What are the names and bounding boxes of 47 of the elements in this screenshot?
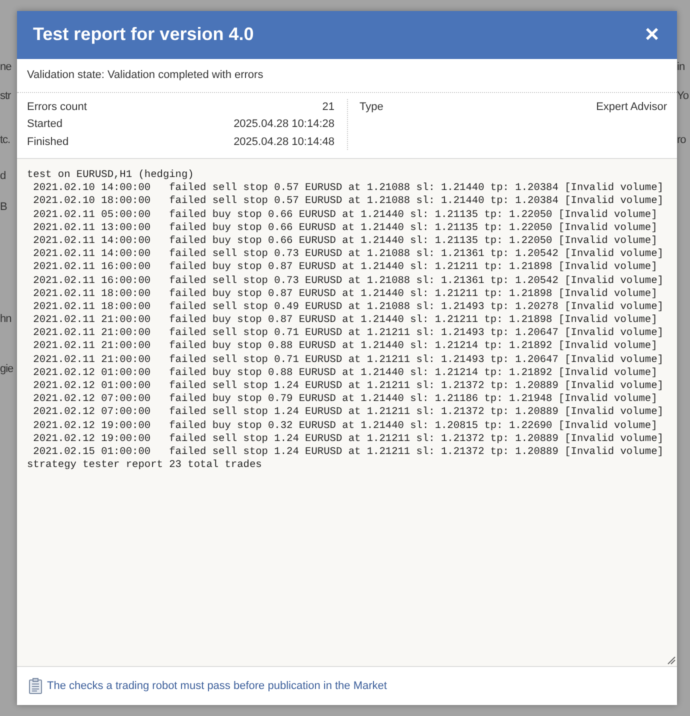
background-text: Yo (677, 89, 688, 103)
stat-label: Started (27, 117, 62, 132)
log-line: 2021.02.15 01:00:00 failed sell stop 1.24 EURUSD at 1.21211 sl: 1.21372 tp: 1.20889 [Invalid volume] (32, 446, 664, 460)
log-line: 2021.02.12 07:00:00 failed buy stop 0.79 EURUSD at 1.21440 sl: 1.21186 tp: 1.21948 [Invalid volume] (32, 393, 658, 406)
log-line: 2021.02.11 21:00:00 failed buy stop 0.87 EURUSD at 1.21440 sl: 1.21211 tp: 1.21898 [Invalid volume] (32, 314, 658, 328)
resize-handle[interactable] (667, 656, 676, 665)
log-line: 2021.02.11 14:00:00 failed sell stop 0.73 EURUSD at 1.21088 sl: 1.21361 tp: 1.20542 [Invalid volume] (32, 248, 664, 262)
dialog-title: Test report for version 4.0 (33, 24, 254, 46)
log-line: 2021.02.12 01:00:00 failed sell stop 1.24 EURUSD at 1.21211 sl: 1.21372 tp: 1.20889 [Invalid volume] (32, 380, 664, 394)
log-line: strategy tester report 23 total trades (27, 459, 263, 472)
log-line: 2021.02.11 05:00:00 failed buy stop 0.66 EURUSD at 1.21440 sl: 1.21135 tp: 1.22050 [Invalid volume] (32, 208, 658, 222)
stat-label: Type (360, 100, 384, 114)
log-line: 2021.02.10 18:00:00 failed sell stop 0.57 EURUSD at 1.21088 sl: 1.21440 tp: 1.20384 [Invalid volume] (32, 195, 664, 209)
stat-value: 2025.04.28 10:14:48 (234, 134, 334, 150)
log-line: 2021.02.11 18:00:00 failed buy stop 0.87 EURUSD at 1.21440 sl: 1.21211 tp: 1.21898 [Invalid volume] (32, 288, 658, 301)
background-text: gie (0, 362, 14, 376)
log-line: 2021.02.11 16:00:00 failed buy stop 0.87 EURUSD at 1.21440 sl: 1.21211 tp: 1.21898 [Invalid volume] (32, 261, 658, 274)
log-line: 2021.02.11 13:00:00 failed buy stop 0.66 EURUSD at 1.21440 sl: 1.21135 tp: 1.22050 [Invalid volume] (32, 222, 658, 235)
stat-label: Errors count (27, 100, 87, 114)
log-line: 2021.02.11 16:00:00 failed sell stop 0.73 EURUSD at 1.21088 sl: 1.21361 tp: 1.20542 [Invalid volume] (32, 274, 664, 288)
log-line: 2021.02.11 18:00:00 failed sell stop 0.49 EURUSD at 1.21088 sl: 1.21493 tp: 1.20278 [Invalid volume] (32, 300, 664, 314)
stat-value: 21 (322, 100, 334, 114)
log-line: 2021.02.10 14:00:00 failed sell stop 0.57 EURUSD at 1.21088 sl: 1.21440 tp: 1.20384 [Invalid volume] (32, 182, 664, 196)
validation-state: Validation state: Validation completed with errors (17, 59, 677, 92)
log-line: 2021.02.11 21:00:00 failed sell stop 0.71 EURUSD at 1.21211 sl: 1.21493 tp: 1.20647 [Invalid volume] (32, 354, 664, 367)
clipboard-icon (29, 678, 42, 694)
background-text: d (0, 169, 6, 183)
log-line: 2021.02.11 21:00:00 failed sell stop 0.71 EURUSD at 1.21211 sl: 1.21493 tp: 1.20647 [Invalid volume] (32, 327, 664, 340)
log-line: 2021.02.12 19:00:00 failed buy stop 0.32 EURUSD at 1.21440 sl: 1.20815 tp: 1.22690 [Invalid volume] (32, 420, 658, 433)
background-text: ro (677, 133, 686, 147)
background-text: tc. (0, 133, 10, 147)
log-line: 2021.02.11 21:00:00 failed buy stop 0.88 EURUSD at 1.21440 sl: 1.21214 tp: 1.21892 [Invalid volume] (32, 340, 658, 354)
log-line: 2021.02.11 14:00:00 failed buy stop 0.66 EURUSD at 1.21440 sl: 1.21135 tp: 1.22050 [Invalid volume] (32, 234, 658, 248)
background-text: B (0, 200, 7, 214)
checks-link[interactable]: The checks a trading robot must pass before publication in the Market (47, 678, 387, 694)
background-text: in (677, 60, 685, 74)
close-button[interactable]: × (642, 23, 661, 47)
log-line: 2021.02.12 19:00:00 failed sell stop 1.24 EURUSD at 1.21211 sl: 1.21372 tp: 1.20889 [Invalid volume] (32, 432, 664, 446)
log-line: 2021.02.12 07:00:00 failed sell stop 1.24 EURUSD at 1.21211 sl: 1.21372 tp: 1.20889 [Invalid volume] (32, 406, 664, 420)
background-text: hn (0, 312, 12, 326)
stat-label: Finished (27, 134, 69, 150)
log-line: test on EURUSD,H1 (hedging) (27, 169, 195, 182)
stat-value: 2025.04.28 10:14:28 (234, 117, 334, 132)
log-line: 2021.02.12 01:00:00 failed buy stop 0.88 EURUSD at 1.21440 sl: 1.21214 tp: 1.21892 [Invalid volume] (32, 366, 658, 380)
background-text: str (0, 89, 11, 103)
background-text: ne (0, 60, 12, 74)
stat-value: Expert Advisor (596, 100, 667, 114)
